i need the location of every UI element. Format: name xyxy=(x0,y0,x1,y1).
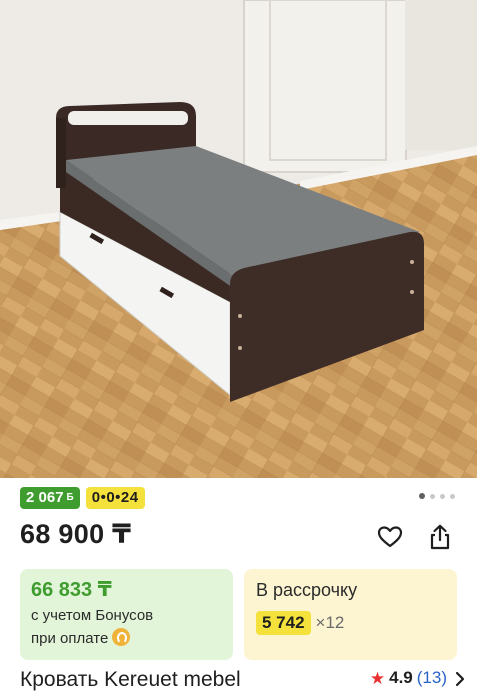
installment-card[interactable]: В рассрочку 5 742 ×12 xyxy=(244,569,457,660)
bonus-note-text: при оплате xyxy=(31,630,109,647)
bonus-currency-icon: Б xyxy=(66,492,74,503)
gallery-dot[interactable] xyxy=(440,493,445,499)
gallery-pagination[interactable] xyxy=(419,493,455,499)
share-icon xyxy=(430,524,450,550)
bed-photo-image xyxy=(0,0,477,478)
gallery-dot[interactable] xyxy=(430,493,435,499)
product-title: Кровать Kereuet mebel xyxy=(20,668,241,691)
heart-icon xyxy=(377,526,403,548)
installment-row: 5 742 ×12 xyxy=(256,611,445,635)
product-photo[interactable] xyxy=(0,0,477,478)
installment-title: В рассрочку xyxy=(256,580,358,600)
reviews-count[interactable]: (13) xyxy=(417,668,447,688)
rating-value: 4.9 xyxy=(389,668,413,687)
bonus-coin-icon xyxy=(112,628,131,646)
bonus-price: 66 833 ₸ xyxy=(31,579,112,601)
share-button[interactable] xyxy=(425,522,455,552)
installment-amount: 5 742 xyxy=(256,611,311,635)
bonus-price-card[interactable]: 66 833 ₸ с учетом Бонусов при оплате xyxy=(20,569,233,660)
bonus-badge: 2 067 Б xyxy=(20,487,80,509)
promo-badges: 2 067 Б 0•0•24 xyxy=(20,487,145,509)
star-icon: ★ xyxy=(369,668,386,688)
bonus-amount: 2 067 xyxy=(26,489,64,506)
rating-link[interactable]: ★ 4.9 (13) xyxy=(370,668,447,688)
product-price: 68 900 ₸ xyxy=(20,519,132,549)
gallery-dot[interactable] xyxy=(450,493,455,499)
installment-multiplier: ×12 xyxy=(315,613,345,632)
bonus-note-line2: при оплате xyxy=(31,628,222,649)
chevron-right-icon[interactable] xyxy=(453,669,467,689)
gallery-dot[interactable] xyxy=(419,493,425,499)
installment-badge: 0•0•24 xyxy=(85,487,145,509)
bonus-note-line1: с учетом Бонусов xyxy=(31,607,154,624)
favorite-button[interactable] xyxy=(375,522,405,552)
